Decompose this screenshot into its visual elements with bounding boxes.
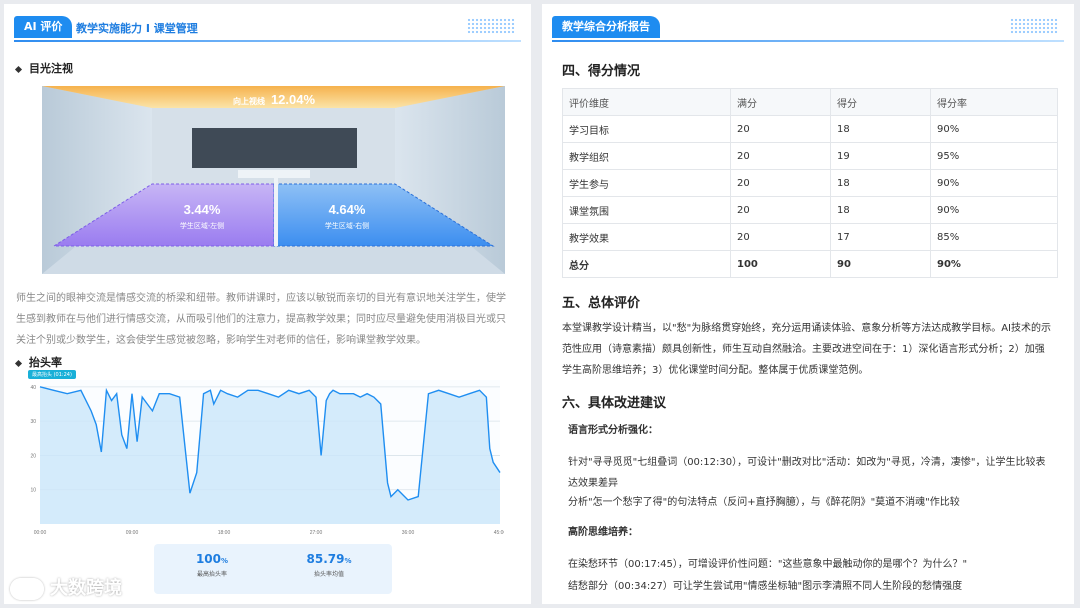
table-cell: 教学组织 — [562, 142, 731, 170]
blackboard — [192, 128, 357, 168]
diamond-icon — [14, 359, 23, 367]
y-tick-label: 40 — [30, 385, 36, 391]
table-row: 课堂氛围 20 18 90% — [562, 196, 1058, 224]
stat-avg-label: 抬头率均值 — [313, 571, 344, 578]
stat-max-label: 最高抬头率 — [196, 571, 227, 578]
report-tag[interactable]: 教学综合分析报告 — [552, 16, 660, 38]
x-tick-label: 36:00 — [402, 530, 415, 536]
y-tick-label: 10 — [30, 488, 36, 494]
stat-avg-value: 85.79 — [306, 552, 345, 566]
stat-max: 100% 最高抬头率 — [182, 552, 242, 578]
table-cell: 18 — [830, 169, 931, 197]
suggest-item-4: 结愁部分（00:34:27）可让学生尝试用"情感坐标轴"图示李清照不同人生阶段的… — [568, 581, 963, 592]
table-row: 总分 100 90 90% — [562, 250, 1058, 278]
header-underline — [14, 40, 521, 42]
table-cell: 90% — [930, 169, 1058, 197]
gaze-description: 师生之间的眼神交流是情感交流的桥梁和纽带。教师讲课时，应该以敏锐而亲切的目光有意… — [16, 293, 506, 346]
suggest-sub-thinking: 高阶思维培养： — [568, 527, 638, 538]
header-rate: 得分率 — [930, 88, 1058, 116]
header-score: 得分 — [830, 88, 931, 116]
table-cell: 100 — [730, 250, 831, 278]
table-row: 学生参与 20 18 90% — [562, 169, 1058, 197]
left-section-title: 教学实施能力 I 课堂管理 — [76, 22, 198, 35]
header-full-score: 满分 — [730, 88, 831, 116]
x-tick-label: 09:00 — [126, 530, 139, 536]
suggest-item-1: 针对"寻寻觅觅"七组叠词（00:12:30），可设计"删改对比"活动：如改为"寻… — [568, 457, 1046, 489]
table-cell: 20 — [730, 223, 831, 251]
stat-max-value: 100 — [195, 552, 222, 566]
table-cell: 18 — [830, 196, 931, 224]
suggest-item-2: 分析"怎一个愁字了得"的句法特点（反问+直抒胸臆），与《醉花阴》"莫道不消魂"作… — [568, 497, 960, 508]
stat-avg: 85.79% 抬头率均值 — [294, 552, 364, 578]
right-zone-value: 4.64% — [329, 202, 366, 217]
table-row: 学习目标 20 18 90% — [562, 115, 1058, 143]
watermark-logo-icon — [10, 578, 44, 600]
x-tick-label: 27:00 — [310, 530, 323, 536]
left-zone-value: 3.44% — [184, 202, 221, 217]
table-cell: 17 — [830, 223, 931, 251]
front-zone-label: 向上视线 — [233, 96, 265, 106]
table-cell: 95% — [930, 142, 1058, 170]
table-cell: 总分 — [562, 250, 731, 278]
left-zone-label: 学生区域-左侧 — [180, 221, 224, 230]
table-cell: 课堂氛围 — [562, 196, 731, 224]
head-up-heading: 抬头率 — [14, 354, 62, 370]
gaze-heading: 目光注视 — [14, 60, 73, 76]
diamond-icon — [14, 65, 23, 73]
watermark: 大数跨境 — [10, 574, 122, 602]
table-cell: 18 — [830, 115, 931, 143]
left-header: AI 评价 教学实施能力 I 课堂管理 — [14, 16, 521, 42]
max-head-up-badge: 最高抬头 (01:24) — [28, 370, 76, 379]
watermark-text: 大数跨境 — [50, 578, 122, 599]
table-cell: 20 — [730, 115, 831, 143]
y-tick-label: 20 — [30, 453, 36, 459]
table-row: 教学效果 20 17 85% — [562, 223, 1058, 251]
head-up-area — [40, 386, 500, 524]
right-zone-label: 学生区域-右侧 — [325, 221, 369, 230]
table-cell: 教学效果 — [562, 223, 731, 251]
right-panel: 教学综合分析报告 四、得分情况 评价维度 满分 得分 得分率 学习目标 20 18 9… — [542, 4, 1074, 604]
y-tick-label: 30 — [30, 419, 36, 425]
x-tick-label: 45:00 — [494, 530, 504, 536]
head-up-rate-chart: 10 20 30 40 00:00 09:00 18:00 27:00 36:00 45:00 — [30, 380, 504, 536]
eval-text: 本堂课教学设计精当，以"愁"为脉络贯穿始终，充分运用诵读体验、意象分析等方法达成… — [562, 323, 1051, 376]
header-underline — [552, 40, 1064, 42]
table-row: 教学组织 20 19 95% — [562, 142, 1058, 170]
suggest-sub-language: 语言形式分析强化： — [568, 425, 658, 436]
table-cell: 20 — [730, 169, 831, 197]
table-cell: 90 — [830, 250, 931, 278]
gaze-room-diagram: 向上视线 12.04% 3.44% 学生区域-左侧 4.64% 学生区域-右侧 — [42, 86, 505, 274]
table-cell: 20 — [730, 196, 831, 224]
score-heading: 四、得分情况 — [562, 64, 641, 79]
table-cell: 学习目标 — [562, 115, 731, 143]
stats-card: 100% 最高抬头率 85.79% 抬头率均值 — [154, 544, 392, 594]
suggest-item-3: 在染愁环节（00:17:45），可增设评价性问题："这些意象中最触动你的是哪个？… — [568, 559, 968, 570]
ai-eval-tag[interactable]: AI 评价 — [14, 16, 73, 38]
table-header-row: 评价维度 满分 得分 得分率 — [562, 88, 1058, 116]
table-cell: 20 — [730, 142, 831, 170]
dots-decoration — [1010, 18, 1058, 34]
front-zone-value: 12.04% — [271, 92, 316, 107]
right-header: 教学综合分析报告 — [552, 16, 1064, 42]
eval-heading: 五、总体评价 — [562, 296, 641, 311]
x-tick-label: 00:00 — [34, 530, 47, 536]
x-tick-label: 18:00 — [218, 530, 231, 536]
header-dimension: 评价维度 — [562, 88, 731, 116]
left-panel: AI 评价 教学实施能力 I 课堂管理 目光注视 向上视线 12.04% 3.44… — [4, 4, 531, 604]
table-cell: 85% — [930, 223, 1058, 251]
table-cell: 19 — [830, 142, 931, 170]
dots-decoration — [467, 18, 515, 34]
table-cell: 90% — [930, 250, 1058, 278]
table-cell: 90% — [930, 196, 1058, 224]
suggest-heading: 六、具体改进建议 — [562, 396, 667, 411]
score-table: 评价维度 满分 得分 得分率 学习目标 20 18 90% 教学组织 20 19 95% 学生参… — [562, 88, 1058, 278]
table-cell: 学生参与 — [562, 169, 731, 197]
table-cell: 90% — [930, 115, 1058, 143]
